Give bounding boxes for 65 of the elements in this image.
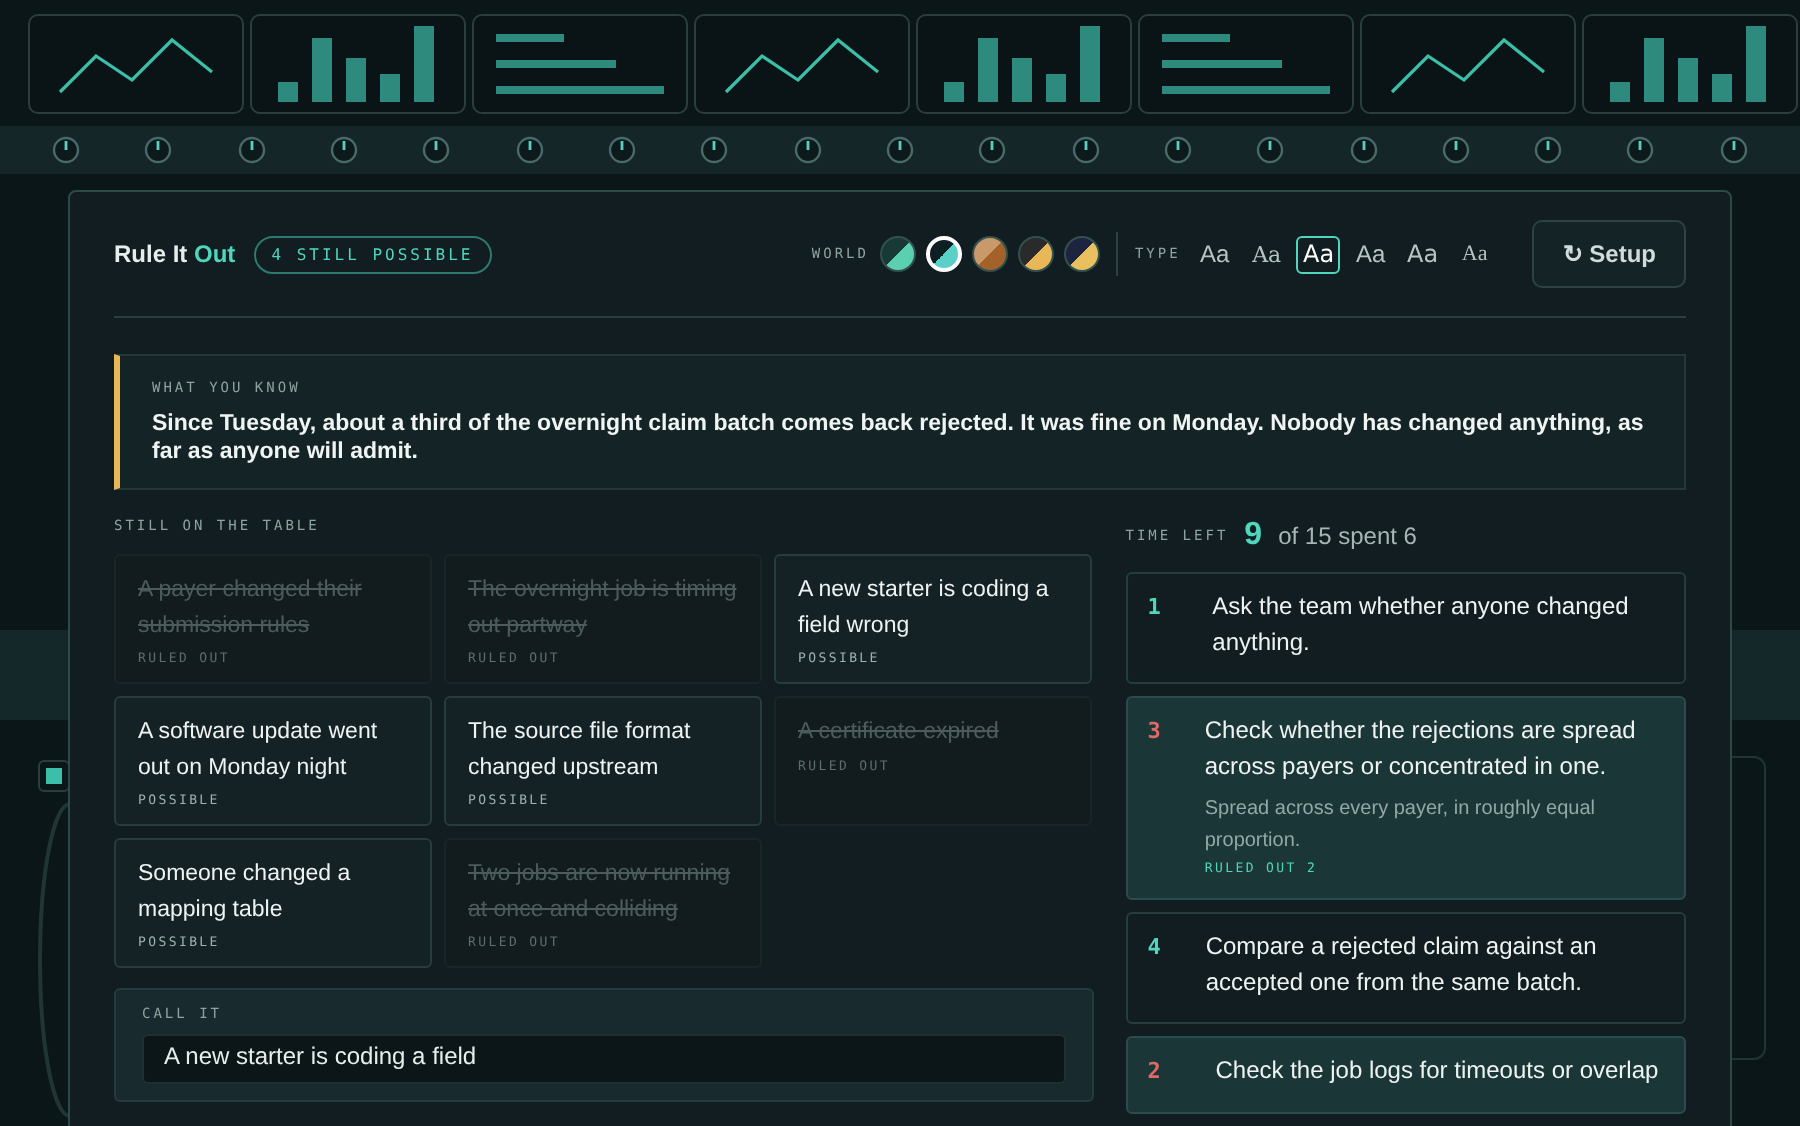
hypothesis-text: The overnight job is timing out partway [468, 576, 738, 641]
knob-icon [1349, 136, 1378, 164]
possible-count-badge: 4 STILL POSSIBLE [253, 235, 492, 273]
step-number: 3 [1147, 716, 1161, 748]
step-number: 2 [1147, 1056, 1163, 1088]
hypothesis-text: A new starter is coding a field wrong [798, 576, 1051, 641]
time-remaining: 9 [1244, 517, 1263, 553]
line-sparkline-icon [1388, 32, 1548, 96]
hypothesis-text: Someone changed a mapping table [138, 860, 353, 925]
bar-sparkline-icon [278, 26, 438, 102]
knob-icon [237, 136, 266, 164]
knob-icon [1534, 136, 1563, 164]
time-detail: of 15 spent 6 [1278, 521, 1417, 549]
knob-icon [1441, 136, 1470, 164]
dial-icon [38, 800, 70, 1120]
font-option[interactable]: Aa [1192, 235, 1237, 273]
step-number: 1 [1147, 592, 1163, 624]
knob-icon [1163, 136, 1192, 164]
action-text: Ask the team whether anyone changed anything. [1212, 590, 1631, 659]
font-option[interactable]: Aa [1296, 235, 1341, 273]
theme-swatch[interactable] [972, 236, 1009, 272]
knob-icon [422, 136, 451, 164]
knob-icon [515, 136, 544, 164]
font-option[interactable]: Aa [1400, 235, 1445, 273]
action-text: Check the job logs for timeouts or overlap [1215, 1054, 1659, 1088]
setup-button[interactable]: ↻ Setup [1532, 220, 1686, 288]
text-lines-icon [1162, 34, 1330, 94]
action-card[interactable]: 4 Compare a rejected claim against an accepted one from the same batch. [1125, 912, 1686, 1024]
knob-icon [1719, 136, 1748, 164]
knob-icon [793, 136, 822, 164]
hypothesis-text: The source file format changed upstream [468, 718, 693, 783]
line-sparkline-icon [56, 32, 216, 96]
knob-icon [608, 136, 637, 164]
app-title: Rule It Out [114, 240, 236, 268]
knob-icon [1071, 136, 1100, 164]
hypothesis-text: A software update went out on Monday night [138, 718, 380, 783]
hypothesis-text: Two jobs are now running at once and colliding [468, 860, 733, 925]
knob-icon [144, 136, 173, 164]
action-text: Check whether the rejections are spread across payers or concentrated in one. [1204, 714, 1638, 783]
theme-swatch[interactable] [1064, 236, 1101, 272]
line-sparkline-icon [722, 32, 882, 96]
bar-sparkline-icon [944, 26, 1104, 102]
knob-icon [978, 136, 1007, 164]
font-option[interactable]: Aa [1348, 235, 1393, 273]
answer-field[interactable]: A new starter is coding a field [142, 1034, 1066, 1084]
hypothesis-text: A certificate expired [798, 718, 999, 748]
briefing-text: Since Tuesday, about a third of the overnight claim batch comes back rejected. It was fine on Monday. Nobody has changed anything, as far as anyone will admit. [152, 410, 1646, 466]
knob-icon [52, 136, 81, 164]
action-card[interactable]: 2 Check the job logs for timeouts or overlap [1125, 1036, 1686, 1114]
knob-icon [885, 136, 914, 164]
text-lines-icon [496, 34, 664, 94]
theme-swatch[interactable] [880, 236, 917, 272]
knob-icon [330, 136, 359, 164]
theme-swatch[interactable] [1018, 236, 1055, 272]
bar-sparkline-icon [1610, 26, 1770, 102]
action-result: Spread across every payer, in roughly equal proportion. [1204, 796, 1597, 855]
font-option[interactable]: Aa [1244, 235, 1289, 273]
action-card[interactable]: 1 Ask the team whether anyone changed anything. [1125, 572, 1686, 684]
knob-icon [700, 136, 729, 164]
font-option[interactable]: Aa [1452, 235, 1497, 273]
step-number: 4 [1147, 932, 1162, 964]
action-text: Compare a rejected claim against an accepted one from the same batch. [1205, 930, 1599, 999]
knob-icon [1256, 136, 1285, 164]
hypothesis-text: A payer changed their submission rules [138, 576, 364, 641]
knob-icon [1626, 136, 1655, 164]
